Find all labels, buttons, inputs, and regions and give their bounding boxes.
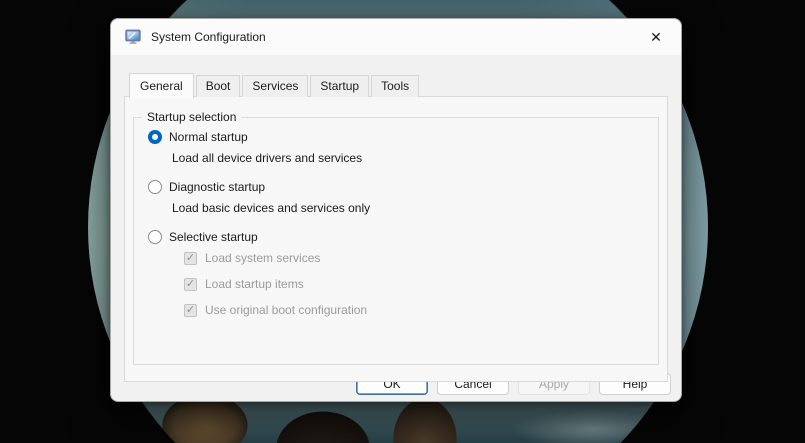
- checkbox-row-load-startup-items: ✓ Load startup items: [184, 277, 658, 291]
- general-tab-page: Startup selection Normal startup Load al…: [124, 96, 668, 382]
- groupbox-label: Startup selection: [142, 110, 242, 124]
- close-button[interactable]: ✕: [639, 23, 673, 51]
- radio-row-diagnostic-startup[interactable]: Diagnostic startup: [148, 180, 658, 194]
- checkbox-use-original-boot-configuration: ✓: [184, 303, 197, 317]
- tab-general[interactable]: General: [129, 73, 194, 98]
- checkbox-label: Load startup items: [205, 277, 304, 291]
- msconfig-app-icon: [125, 29, 141, 44]
- radio-label: Selective startup: [169, 230, 258, 244]
- diagnostic-startup-description: Load basic devices and services only: [172, 201, 371, 215]
- startup-selection-groupbox: Startup selection Normal startup Load al…: [133, 110, 659, 365]
- check-icon: ✓: [185, 277, 196, 290]
- checkbox-row-use-original-boot-configuration: ✓ Use original boot configuration: [184, 303, 658, 317]
- normal-startup-description: Load all device drivers and services: [172, 151, 363, 165]
- title-bar: System Configuration ✕: [111, 19, 681, 55]
- check-icon: ✓: [185, 251, 196, 264]
- system-configuration-dialog: System Configuration ✕ General Boot Serv…: [110, 18, 682, 402]
- radio-row-selective-startup[interactable]: Selective startup: [148, 230, 658, 244]
- radio-selective-startup[interactable]: [148, 230, 162, 244]
- tab-services[interactable]: Services: [242, 75, 309, 97]
- tab-strip: General Boot Services Startup Tools: [124, 73, 668, 98]
- tab-boot[interactable]: Boot: [195, 75, 241, 97]
- checkbox-row-load-system-services: ✓ Load system services: [184, 251, 658, 265]
- checkbox-load-startup-items: ✓: [184, 277, 197, 291]
- radio-diagnostic-startup[interactable]: [148, 180, 162, 194]
- checkbox-load-system-services: ✓: [184, 251, 197, 265]
- check-icon: ✓: [185, 303, 196, 316]
- checkbox-label: Use original boot configuration: [205, 303, 368, 317]
- tab-startup[interactable]: Startup: [310, 75, 370, 97]
- checkbox-label: Load system services: [205, 251, 321, 265]
- radio-normal-startup[interactable]: [148, 130, 162, 144]
- radio-label: Diagnostic startup: [169, 180, 266, 194]
- close-icon: ✕: [650, 28, 662, 45]
- tab-tools[interactable]: Tools: [371, 75, 420, 97]
- radio-label: Normal startup: [169, 130, 248, 144]
- radio-row-normal-startup[interactable]: Normal startup: [148, 130, 658, 144]
- window-title: System Configuration: [151, 30, 266, 44]
